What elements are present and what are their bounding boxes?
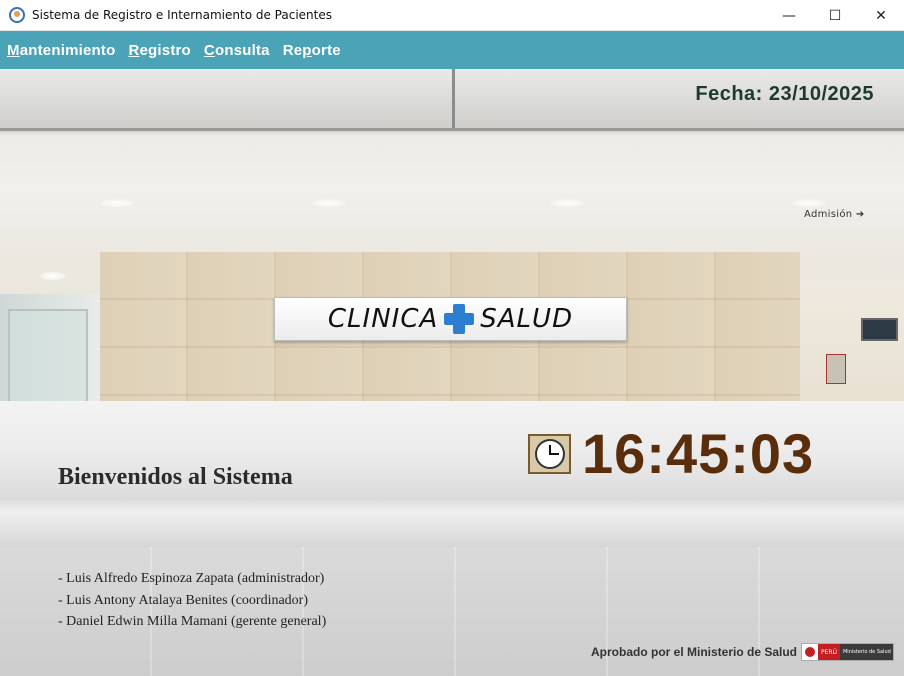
menu-mantenimiento[interactable]: Mantenimiento <box>7 42 115 59</box>
fire-cabinet <box>826 354 846 384</box>
credit-item: - Daniel Edwin Milla Mamani (gerente gen… <box>58 614 327 629</box>
logo-word-salud: SALUD <box>480 304 574 334</box>
menu-label: antenimiento <box>19 41 116 59</box>
menu-label: egistro <box>139 41 191 59</box>
tv-screen <box>861 318 898 341</box>
side-room-right <box>800 279 904 404</box>
medical-cross-icon <box>442 302 476 336</box>
credit-item: - Luis Alfredo Espinoza Zapata (administ… <box>58 571 325 586</box>
counter-edge <box>0 497 904 547</box>
clinic-logo: CLINICA SALUD <box>274 297 627 341</box>
minimize-button[interactable]: — <box>766 0 812 31</box>
menu-mnemonic: M <box>7 41 20 59</box>
close-button[interactable]: ✕ <box>858 0 904 31</box>
menu-mnemonic: C <box>203 41 215 59</box>
credits-list: - Luis Alfredo Espinoza Zapata (administ… <box>58 568 326 633</box>
clock-icon <box>528 434 571 474</box>
ceiling-seam <box>452 69 455 131</box>
clock-face <box>534 439 565 469</box>
logo-word-clinica: CLINICA <box>327 304 439 334</box>
menu-consulta[interactable]: Consulta <box>204 42 270 59</box>
ministry-badge: PERÚ Ministerio de Salud <box>801 643 894 661</box>
menu-mnemonic: R <box>128 41 140 59</box>
app-icon <box>9 7 25 23</box>
window-controls: — ☐ ✕ <box>766 0 904 31</box>
ceiling-light <box>100 199 134 207</box>
approved-by-label: Aprobado por el Ministerio de Salud <box>591 645 798 659</box>
welcome-heading: Bienvenidos al Sistema <box>58 464 293 490</box>
title-bar: Sistema de Registro e Internamiento de P… <box>0 0 904 31</box>
ceiling-light <box>312 199 346 207</box>
badge-country: PERÚ <box>818 644 840 660</box>
menu-reporte[interactable]: Reporte <box>283 42 341 59</box>
menu-bar: Mantenimiento Registro Consulta Reporte <box>0 31 904 69</box>
credit-item: - Luis Antony Atalaya Benites (coordinad… <box>58 592 308 608</box>
menu-label: onsulta <box>214 41 270 59</box>
badge-ministry: Ministerio de Salud <box>842 649 891 655</box>
glass-door <box>8 309 88 404</box>
ceiling-light <box>792 199 826 207</box>
menu-label: Re <box>282 41 303 59</box>
ceiling-light <box>550 199 584 207</box>
window-title: Sistema de Registro e Internamiento de P… <box>32 8 332 22</box>
menu-label: orte <box>311 41 341 59</box>
admision-sign: Admisión ➔ <box>804 209 865 220</box>
maximize-button[interactable]: ☐ <box>812 0 858 31</box>
menu-mnemonic: p <box>302 41 312 59</box>
coat-of-arms-icon <box>802 644 818 660</box>
time-display: 16:45:03 <box>582 422 815 485</box>
menu-registro[interactable]: Registro <box>128 42 190 59</box>
ceiling-light <box>40 272 66 280</box>
ceiling-rail <box>0 128 904 131</box>
date-label: Fecha: 23/10/2025 <box>695 83 874 105</box>
